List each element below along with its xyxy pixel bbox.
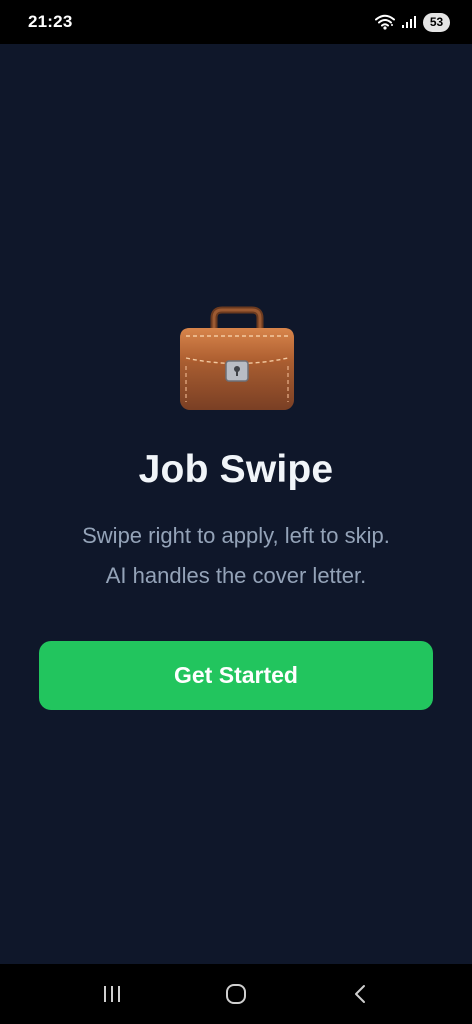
subtitle-line-1: Swipe right to apply, left to skip. <box>82 523 390 548</box>
status-bar: 21:23 53 <box>0 0 472 44</box>
home-icon[interactable] <box>206 972 266 1016</box>
status-icons: 53 <box>375 12 450 32</box>
recent-apps-icon[interactable] <box>82 972 142 1016</box>
screen: 21:23 53 Job Swipe Swipe right to apply,… <box>0 0 472 1024</box>
welcome-screen: Job Swipe Swipe right to apply, left to … <box>0 44 472 964</box>
subtitle-line-2: AI handles the cover letter. <box>105 563 367 588</box>
briefcase-icon <box>176 306 298 414</box>
battery-icon: 53 <box>423 12 450 32</box>
app-title: Job Swipe <box>138 448 334 491</box>
get-started-button[interactable]: Get Started <box>39 641 433 710</box>
app-subtitle: Swipe right to apply, left to skip. AI h… <box>30 516 442 596</box>
navigation-bar <box>0 964 472 1024</box>
signal-icon <box>401 15 417 29</box>
status-time: 21:23 <box>28 12 73 31</box>
back-icon[interactable] <box>330 972 390 1016</box>
wifi-icon <box>375 14 395 30</box>
